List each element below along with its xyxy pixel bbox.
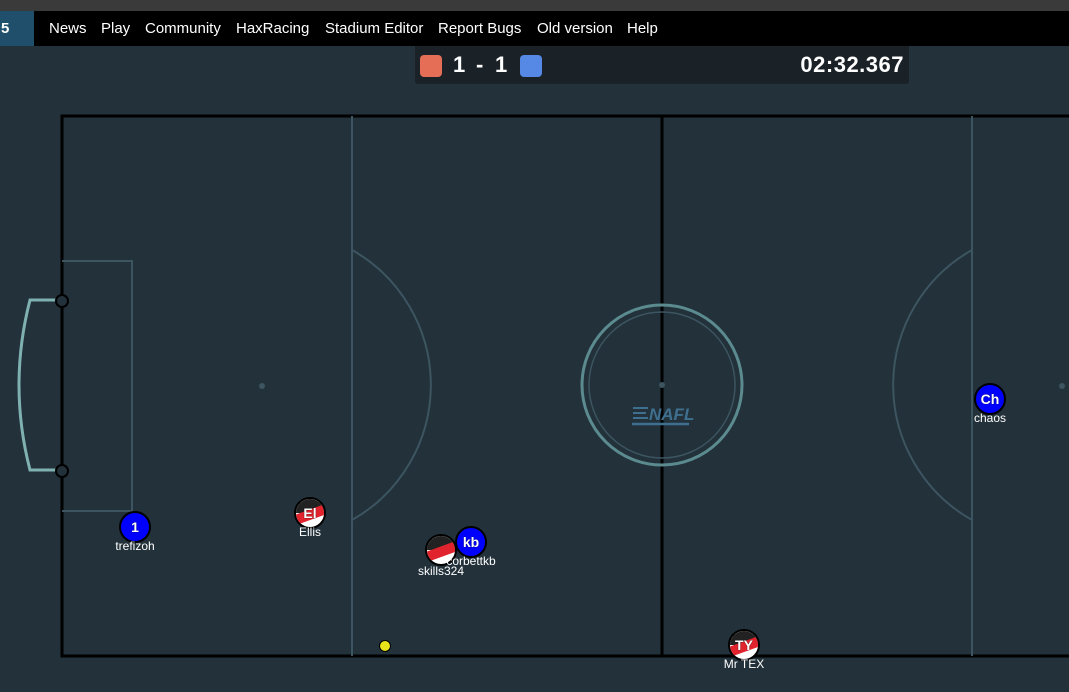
right-spot <box>1059 383 1065 389</box>
player-name: Mr TEX <box>723 657 765 671</box>
penalty-box <box>62 260 133 512</box>
field-boundary <box>60 114 1069 658</box>
logo-text: NAFL <box>649 405 694 424</box>
ball <box>379 640 391 652</box>
right-arc <box>892 249 973 521</box>
player-name: Ellis <box>298 525 322 539</box>
pitch: NAFL <box>17 114 1069 658</box>
penalty-spot <box>259 383 265 389</box>
goal-post-top <box>55 294 69 308</box>
left-goal <box>17 298 62 472</box>
left-arc <box>351 249 432 521</box>
center-spot <box>659 382 665 388</box>
player-name: trefizoh <box>115 539 155 553</box>
player-name: corbettkb <box>446 554 496 568</box>
player-name: chaos <box>973 411 1007 425</box>
goal-post-bottom <box>55 464 69 478</box>
nafl-logo: NAFL <box>632 405 694 426</box>
